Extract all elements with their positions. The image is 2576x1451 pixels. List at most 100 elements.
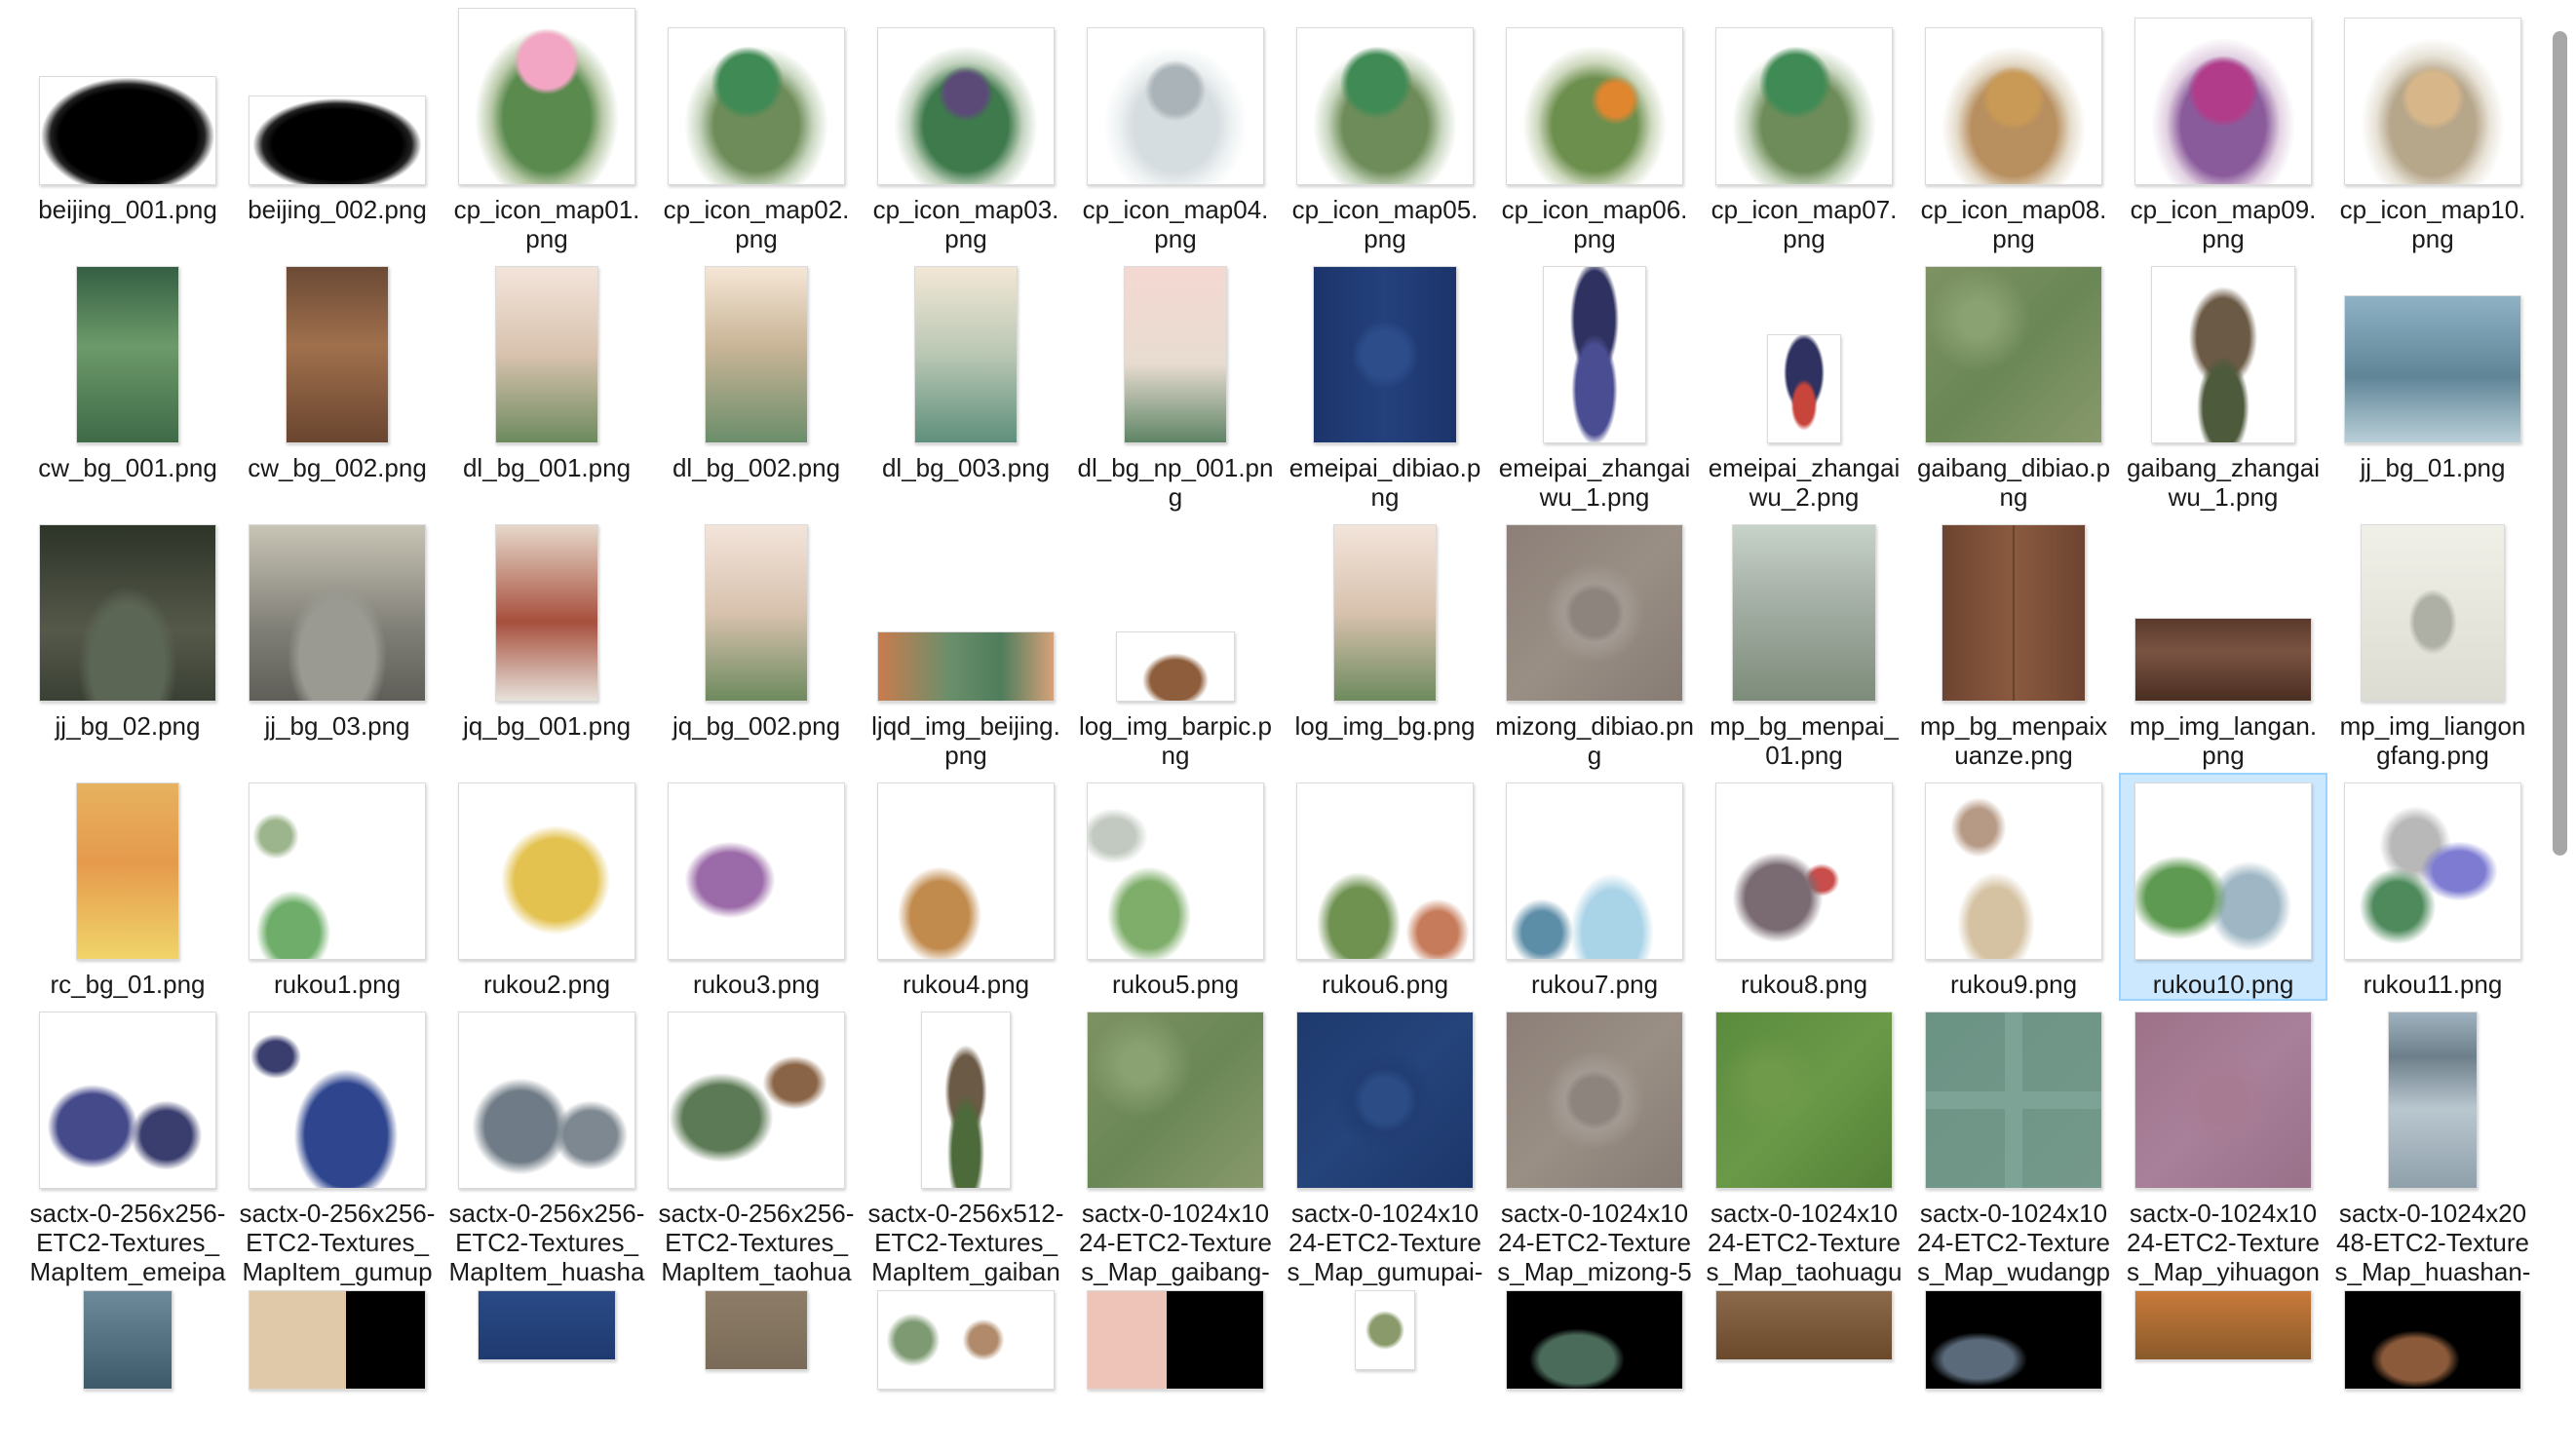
file-name[interactable]: rukou6.png	[1283, 970, 1487, 999]
file-item[interactable]: beijing_001.png	[25, 0, 230, 224]
file-item[interactable]: cp_icon_map05.png	[1283, 0, 1487, 253]
file-item[interactable]: rukou10.png	[2119, 773, 2327, 1001]
file-item[interactable]: cp_icon_map01.png	[444, 0, 649, 253]
scrollbar-thumb[interactable]	[2553, 31, 2567, 856]
file-item[interactable]: rukou2.png	[444, 775, 649, 999]
file-item[interactable]	[2121, 1290, 2326, 1451]
file-thumbnail[interactable]	[249, 1012, 426, 1189]
file-item[interactable]: sactx-0-256x256-ETC2-Textures_MapItem_gu…	[235, 1004, 440, 1290]
file-name[interactable]: sactx-0-1024x1024-ETC2-Textures_Map_gaib…	[1073, 1199, 1278, 1290]
file-thumbnail[interactable]	[921, 1012, 1011, 1189]
file-thumbnail[interactable]	[1506, 27, 1683, 185]
file-thumbnail[interactable]	[1715, 783, 1893, 960]
file-name[interactable]: cp_icon_map09.png	[2121, 195, 2326, 253]
file-item[interactable]	[864, 1290, 1068, 1451]
file-name[interactable]: jq_bg_002.png	[654, 711, 859, 741]
file-item[interactable]: emeipai_zhangaiwu_1.png	[1492, 258, 1697, 512]
file-name[interactable]: rukou2.png	[444, 970, 649, 999]
vertical-scrollbar[interactable]	[2544, 0, 2576, 1451]
file-item[interactable]: cp_icon_map10.png	[2330, 0, 2535, 253]
file-thumbnail[interactable]	[1732, 524, 1876, 702]
file-name[interactable]: dl_bg_001.png	[444, 453, 649, 482]
file-item[interactable]: sactx-0-1024x1024-ETC2-Textures_Map_gumu…	[1283, 1004, 1487, 1290]
file-name[interactable]: rukou11.png	[2330, 970, 2535, 999]
file-thumbnail[interactable]	[1087, 27, 1264, 185]
file-thumbnail[interactable]	[1715, 1290, 1893, 1360]
file-item[interactable]: rukou4.png	[864, 775, 1068, 999]
file-item[interactable]: sactx-0-1024x1024-ETC2-Textures_Map_yihu…	[2121, 1004, 2326, 1290]
file-thumbnail[interactable]	[1925, 783, 2102, 960]
file-name[interactable]: sactx-0-256x256-ETC2-Textures_MapItem_gu…	[235, 1199, 440, 1290]
file-thumbnail[interactable]	[2344, 783, 2521, 960]
file-thumbnail[interactable]	[877, 1290, 1055, 1390]
file-item[interactable]: beijing_002.png	[235, 0, 440, 224]
file-name[interactable]: sactx-0-256x256-ETC2-Textures_MapItem_ta…	[654, 1199, 859, 1290]
file-thumbnail[interactable]	[1087, 1290, 1264, 1390]
file-item[interactable]: rukou5.png	[1073, 775, 1278, 999]
file-item[interactable]	[235, 1290, 440, 1451]
file-item[interactable]: jq_bg_001.png	[444, 516, 649, 741]
file-name[interactable]: jj_bg_03.png	[235, 711, 440, 741]
file-item[interactable]: sactx-0-1024x1024-ETC2-Textures_Map_taoh…	[1702, 1004, 1906, 1290]
file-name[interactable]: jj_bg_02.png	[25, 711, 230, 741]
file-thumbnail[interactable]	[1925, 1290, 2102, 1390]
file-item[interactable]	[2330, 1290, 2535, 1451]
file-name[interactable]: sactx-0-1024x1024-ETC2-Textures_Map_mizo…	[1492, 1199, 1697, 1290]
file-item[interactable]	[1283, 1290, 1487, 1451]
file-name[interactable]: rukou4.png	[864, 970, 1068, 999]
file-thumbnail[interactable]	[2134, 783, 2312, 960]
file-thumbnail[interactable]	[1543, 266, 1646, 443]
file-thumbnail[interactable]	[1925, 266, 2102, 443]
file-item[interactable]: dl_bg_np_001.png	[1073, 258, 1278, 512]
file-thumbnail[interactable]	[877, 27, 1055, 185]
file-item[interactable]: rukou9.png	[1911, 775, 2116, 999]
file-thumbnail[interactable]	[1124, 266, 1227, 443]
file-thumbnail[interactable]	[877, 783, 1055, 960]
file-name[interactable]: mp_bg_menpai_01.png	[1702, 711, 1906, 770]
file-thumbnail[interactable]	[1767, 334, 1841, 443]
file-thumbnail[interactable]	[1355, 1290, 1415, 1370]
file-name[interactable]: mizong_dibiao.png	[1492, 711, 1697, 770]
file-thumbnail[interactable]	[2134, 618, 2312, 702]
file-thumbnail[interactable]	[705, 1290, 808, 1370]
file-thumbnail[interactable]	[249, 783, 426, 960]
file-thumbnail[interactable]	[1506, 783, 1683, 960]
file-thumbnail[interactable]	[458, 8, 635, 185]
file-thumbnail[interactable]	[1116, 631, 1235, 702]
file-thumbnail[interactable]	[249, 1290, 426, 1390]
file-name[interactable]: cw_bg_001.png	[25, 453, 230, 482]
file-name[interactable]: emeipai_zhangaiwu_1.png	[1492, 453, 1697, 512]
file-name[interactable]: sactx-0-256x256-ETC2-Textures_MapItem_hu…	[444, 1199, 649, 1290]
file-name[interactable]: cp_icon_map03.png	[864, 195, 1068, 253]
file-name[interactable]: gaibang_zhangaiwu_1.png	[2121, 453, 2326, 512]
file-name[interactable]: beijing_002.png	[235, 195, 440, 224]
file-thumbnail[interactable]	[2344, 1290, 2521, 1390]
file-thumbnail[interactable]	[249, 524, 426, 702]
file-thumbnail[interactable]	[76, 783, 179, 960]
file-thumbnail[interactable]	[1925, 27, 2102, 185]
file-name[interactable]: jj_bg_01.png	[2330, 453, 2535, 482]
file-thumbnail[interactable]	[2361, 524, 2505, 702]
file-item[interactable]	[1073, 1290, 1278, 1451]
file-item[interactable]: mp_img_liangongfang.png	[2330, 516, 2535, 770]
file-name[interactable]: rukou5.png	[1073, 970, 1278, 999]
file-item[interactable]: jj_bg_02.png	[25, 516, 230, 741]
file-name[interactable]: sactx-0-1024x1024-ETC2-Textures_Map_taoh…	[1702, 1199, 1906, 1290]
file-thumbnail[interactable]	[668, 783, 845, 960]
file-item[interactable]: cp_icon_map03.png	[864, 0, 1068, 253]
file-name[interactable]: cp_icon_map01.png	[444, 195, 649, 253]
file-item[interactable]	[654, 1290, 859, 1451]
file-name[interactable]: sactx-0-256x256-ETC2-Textures_MapItem_em…	[25, 1199, 230, 1290]
file-name[interactable]: rc_bg_01.png	[25, 970, 230, 999]
file-item[interactable]: dl_bg_003.png	[864, 258, 1068, 482]
file-thumbnail[interactable]	[914, 266, 1018, 443]
file-thumbnail[interactable]	[1506, 524, 1683, 702]
file-thumbnail[interactable]	[1087, 783, 1264, 960]
file-name[interactable]: ljqd_img_beijing.png	[864, 711, 1068, 770]
file-item[interactable]	[25, 1290, 230, 1451]
file-thumbnail[interactable]	[705, 266, 808, 443]
file-thumbnail[interactable]	[668, 1012, 845, 1189]
file-name[interactable]: mp_img_langan.png	[2121, 711, 2326, 770]
file-item[interactable]: log_img_barpic.png	[1073, 516, 1278, 770]
file-item[interactable]: sactx-0-256x512-ETC2-Textures_MapItem_ga…	[864, 1004, 1068, 1290]
